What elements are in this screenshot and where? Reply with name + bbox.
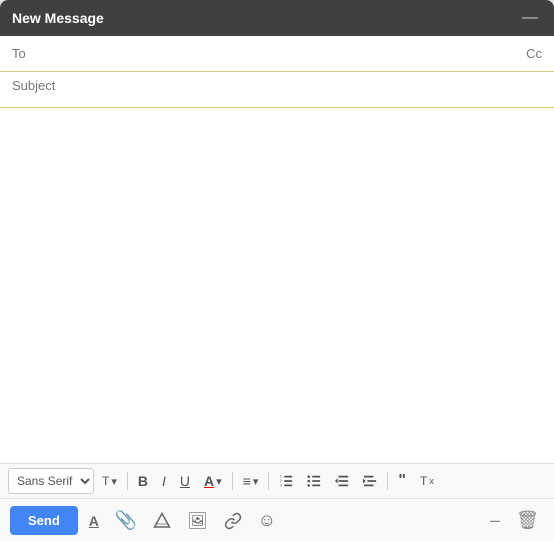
font-size-button[interactable]: T ▾: [96, 470, 123, 492]
bullet-list-icon: [307, 474, 321, 488]
bottom-toolbar: Send A 📎 🖼 ☺ – 🗑: [0, 498, 554, 542]
font-family-select[interactable]: Sans Serif: [8, 468, 94, 494]
subject-row: [0, 72, 554, 108]
underline-label: U: [180, 473, 190, 489]
text-color-label: A: [204, 473, 214, 489]
photo-button[interactable]: 🖼: [182, 508, 212, 534]
body-area[interactable]: [0, 108, 554, 463]
to-input[interactable]: [40, 46, 526, 61]
text-formatting-toggle-button[interactable]: A: [84, 510, 104, 532]
send-button[interactable]: Send: [10, 506, 78, 535]
drive-icon: [153, 512, 171, 530]
cc-link[interactable]: Cc: [526, 46, 542, 61]
separator-1: [127, 472, 128, 490]
formatting-toolbar: Sans Serif T ▾ B I U A ▾ ≡ ▾: [0, 463, 554, 498]
delete-button[interactable]: 🗑: [511, 507, 544, 534]
clear-formatting-button[interactable]: Tx: [414, 470, 440, 492]
bold-label: B: [138, 473, 148, 489]
separator-3: [268, 472, 269, 490]
align-button[interactable]: ≡ ▾: [237, 469, 265, 493]
to-field-row: To Cc: [0, 36, 554, 72]
svg-text:3: 3: [280, 483, 282, 487]
italic-label: I: [162, 473, 166, 489]
bullet-list-button[interactable]: [301, 470, 327, 492]
text-color-button[interactable]: A ▾: [198, 469, 228, 493]
bold-button[interactable]: B: [132, 469, 154, 493]
minimize-button[interactable]: —: [518, 10, 542, 26]
separator-4: [387, 472, 388, 490]
title-bar: New Message —: [0, 0, 554, 36]
emoji-button[interactable]: ☺: [253, 507, 281, 534]
compose-window: New Message — To Cc Sans Serif T ▾ B: [0, 0, 554, 542]
attach-button[interactable]: 📎: [110, 507, 142, 534]
subject-input[interactable]: [12, 78, 542, 93]
indent-decrease-button[interactable]: [329, 470, 355, 492]
drive-button[interactable]: [148, 509, 176, 533]
indent-increase-button[interactable]: [357, 470, 383, 492]
link-button[interactable]: [219, 509, 247, 533]
indent-increase-icon: [363, 474, 377, 488]
svg-text:2: 2: [280, 479, 282, 483]
underline-button[interactable]: U: [174, 469, 196, 493]
compose-title: New Message: [12, 10, 104, 26]
minimize-compose-button[interactable]: –: [485, 507, 505, 534]
numbered-list-icon: 123: [279, 474, 293, 488]
separator-2: [232, 472, 233, 490]
title-bar-controls: —: [518, 10, 542, 26]
numbered-list-button[interactable]: 123: [273, 470, 299, 492]
clear-formatting-label: T: [420, 474, 427, 488]
blockquote-button[interactable]: ": [392, 468, 412, 494]
to-label: To: [12, 46, 32, 61]
link-icon: [224, 512, 242, 530]
italic-button[interactable]: I: [156, 469, 172, 493]
svg-text:1: 1: [280, 475, 282, 479]
indent-decrease-icon: [335, 474, 349, 488]
